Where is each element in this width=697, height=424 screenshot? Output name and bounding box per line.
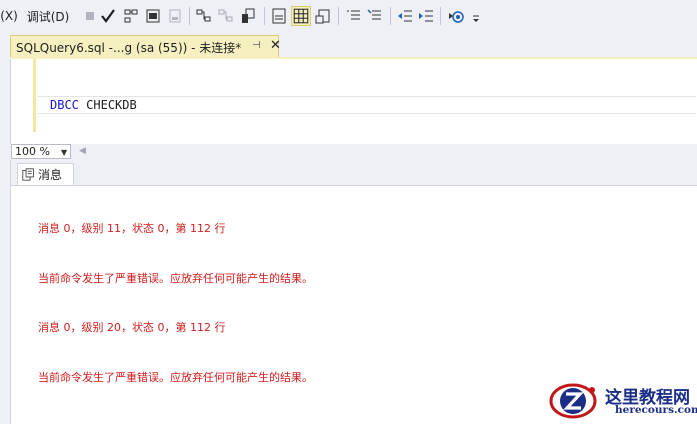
tab-sqlquery6[interactable]: SQLQuery6.sql -...g (sa (55)) - 未连接* ⊣ ✕ [10, 35, 281, 59]
results-to-grid-icon[interactable] [291, 6, 311, 26]
toolbar: (X) 调试(D) [0, 0, 697, 34]
query-plan-icon[interactable] [123, 8, 139, 24]
pin-icon[interactable]: ⊣ [252, 40, 261, 51]
toolbar-separator [440, 7, 441, 25]
watermark-url: herecours.com [615, 404, 697, 416]
query-editor[interactable]: DBCC CHECKDB [10, 59, 697, 144]
watermark-logo: 这里教程网 herecours.com [546, 380, 697, 422]
tab-messages[interactable]: 消息 [17, 163, 74, 185]
specify-values-icon[interactable] [448, 8, 464, 24]
toolbar-separator [264, 7, 265, 25]
results-to-text-icon[interactable] [271, 8, 287, 24]
logo-emblem-icon [549, 383, 597, 419]
results-tabstrip: 消息 [11, 160, 697, 186]
stop-icon[interactable] [82, 8, 98, 24]
toolbar-separator [189, 7, 190, 25]
messages-tab-label: 消息 [38, 168, 63, 182]
tab-title: SQLQuery6.sql -...g (sa (55)) - 未连接* [16, 41, 242, 55]
uncomment-icon[interactable] [367, 8, 383, 24]
debug-menu[interactable]: 调试(D) [24, 6, 72, 26]
toolbar-separator [338, 7, 339, 25]
increase-indent-icon[interactable] [418, 8, 434, 24]
live-stats-icon[interactable] [218, 8, 234, 24]
decrease-indent-icon[interactable] [397, 8, 413, 24]
messages-icon [22, 168, 34, 181]
message-line: 当前命令发生了严重错误。应放弃任何可能产生的结果。 [38, 370, 313, 384]
code-line[interactable]: DBCC CHECKDB [50, 98, 137, 112]
results-to-file-icon[interactable] [315, 8, 331, 24]
left-gutter [0, 59, 10, 424]
results-text-icon[interactable] [167, 8, 183, 24]
chevron-down-icon[interactable]: ▼ [61, 148, 67, 157]
parse-icon[interactable] [145, 8, 161, 24]
message-line: 消息 0，级别 11，状态 0，第 112 行 [38, 222, 226, 235]
comment-icon[interactable] [346, 8, 362, 24]
zoom-value: 100 % [15, 145, 50, 158]
message-line: 当前命令发生了严重错误。应放弃任何可能产生的结果。 [38, 271, 313, 285]
check-icon[interactable] [100, 8, 116, 24]
change-indicator-bar [33, 59, 36, 132]
document-tabstrip: SQLQuery6.sql -...g (sa (55)) - 未连接* ⊣ ✕ [0, 33, 697, 59]
scroll-left-icon[interactable]: ◀ [79, 146, 86, 156]
sql-keyword: DBCC [50, 98, 79, 112]
menu-partial[interactable]: (X) [0, 6, 18, 26]
display-plan-icon[interactable] [196, 8, 212, 24]
messages-output[interactable]: 消息 0，级别 11，状态 0，第 112 行 当前命令发生了严重错误。应放弃任… [38, 188, 313, 419]
sql-identifier: CHECKDB [86, 98, 137, 112]
toolbar-separator [390, 7, 391, 25]
client-stats-icon[interactable] [240, 8, 256, 24]
overflow-icon[interactable] [469, 8, 485, 24]
close-icon[interactable]: ✕ [270, 38, 281, 53]
editor-margin [11, 59, 31, 144]
zoom-bar: 100 % ▼ ◀ [10, 144, 697, 160]
message-line: 消息 0，级别 20，状态 0，第 112 行 [38, 321, 226, 334]
